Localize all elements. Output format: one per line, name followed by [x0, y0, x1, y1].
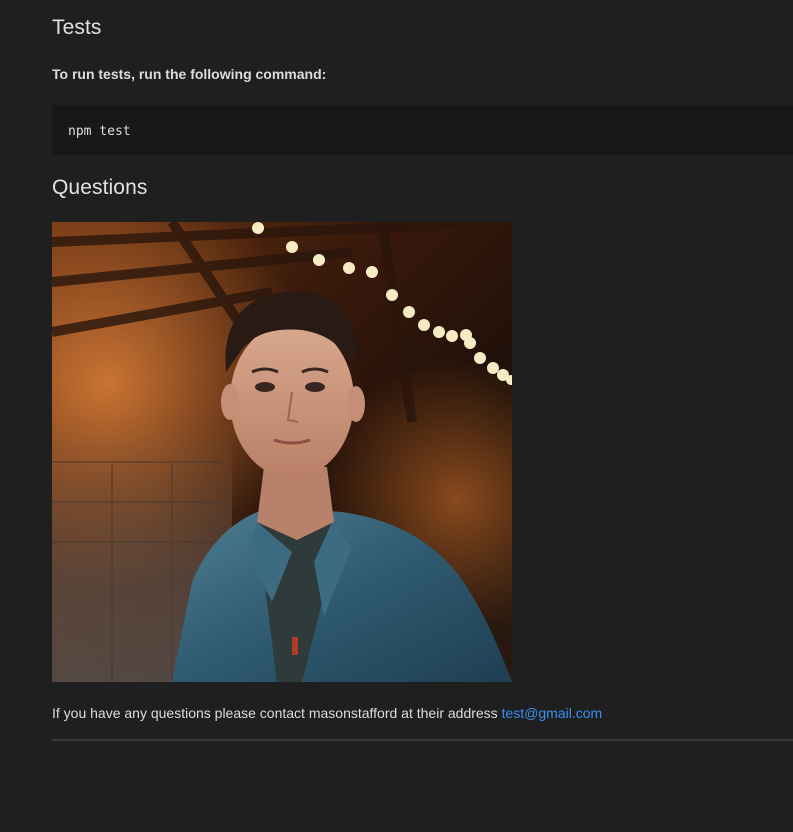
tests-heading: Tests [52, 16, 102, 39]
profile-photo [52, 222, 512, 682]
readme-page: Tests To run tests, run the following co… [0, 0, 793, 832]
test-command[interactable]: npm test [68, 124, 131, 139]
contact-line: If you have any questions please contact… [52, 705, 602, 721]
code-block[interactable]: npm test [52, 105, 793, 155]
horizontal-rule [52, 739, 793, 741]
contact-text: If you have any questions please contact… [52, 705, 502, 721]
email-link[interactable]: test@gmail.com [502, 705, 603, 721]
questions-heading: Questions [52, 176, 148, 199]
tests-instruction: To run tests, run the following command: [52, 66, 327, 82]
